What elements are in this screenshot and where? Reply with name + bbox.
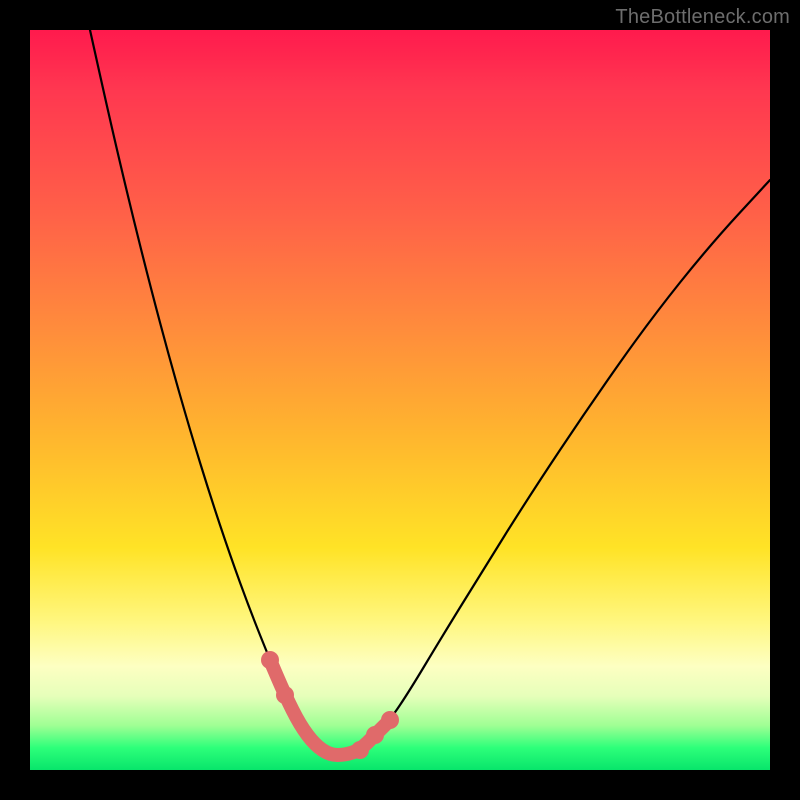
highlight-dot [366,726,384,744]
highlight-dot [276,686,294,704]
watermark-text: TheBottleneck.com [615,6,790,29]
highlight-dots [261,651,399,759]
highlight-dot [381,711,399,729]
highlight-dot [351,741,369,759]
bottleneck-curve [90,30,770,755]
chart-svg [30,30,770,770]
plot-area [30,30,770,770]
chart-frame: TheBottleneck.com [0,0,800,800]
highlight-dot [261,651,279,669]
